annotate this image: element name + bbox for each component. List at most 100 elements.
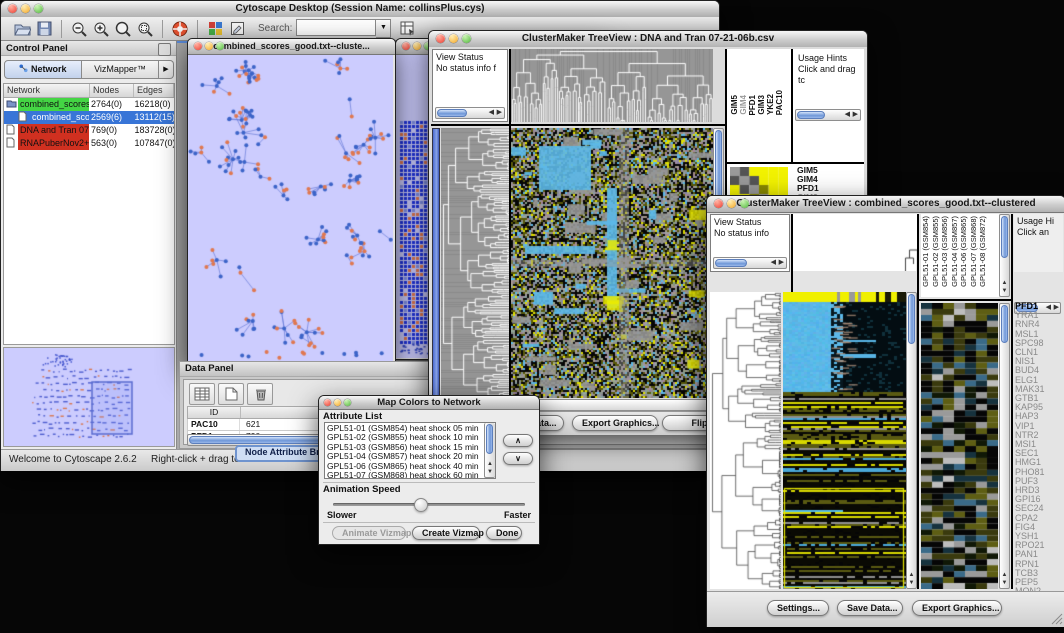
zoom-fit-icon[interactable]: [112, 19, 134, 38]
tv1-hints-hscrollbar[interactable]: ◀▶: [795, 109, 861, 121]
attribute-table-icon[interactable]: [397, 19, 419, 38]
file-icon: [18, 111, 30, 124]
tab-network[interactable]: Network: [4, 60, 82, 79]
vizmap-icon[interactable]: [204, 19, 226, 38]
speed-slider-thumb[interactable]: [414, 498, 428, 512]
tv1-heatmap[interactable]: [511, 128, 713, 398]
tv2-zoom-vscrollbar[interactable]: ▲▼: [999, 303, 1010, 589]
column-header-edges[interactable]: Edges: [134, 84, 174, 97]
treeview2-window[interactable]: ClusterMaker TreeView : combined_scores_…: [706, 195, 1064, 627]
network-overview-panel[interactable]: [3, 347, 175, 447]
tv1-column-dendrogram[interactable]: [511, 49, 713, 122]
network-name-cell[interactable]: RNAPuberNov2+: [4, 137, 89, 150]
attribute-grid-icon[interactable]: [189, 383, 215, 405]
help-icon[interactable]: [169, 19, 191, 38]
network-table-header: NetworkNodesEdges: [4, 84, 174, 98]
animate-vizmap-button[interactable]: Animate Vizmap: [332, 526, 406, 540]
treeview1-titlebar[interactable]: ClusterMaker TreeView : DNA and Tran 07-…: [429, 31, 867, 48]
attribute-list[interactable]: GPL51-01 (GSM854) heat shock 05 minGPL51…: [324, 422, 496, 479]
treeview1-title: ClusterMaker TreeView : DNA and Tran 07-…: [522, 33, 774, 44]
dialog-titlebar[interactable]: Map Colors to Network: [319, 396, 539, 410]
network-tree-row[interactable]: combined_sco2569(6)13112(15): [4, 111, 174, 124]
tab-overflow-arrow[interactable]: ▶: [159, 60, 174, 79]
close-button[interactable]: [714, 199, 723, 208]
close-button[interactable]: [436, 34, 445, 43]
matrix-column-label: GPL51-03 (GSM856): [940, 216, 950, 287]
network-name-cell[interactable]: combined_sco: [4, 111, 89, 124]
open-file-icon[interactable]: [11, 19, 33, 38]
create-vizmap-button[interactable]: Create Vizmap: [412, 526, 480, 540]
new-attribute-icon[interactable]: [218, 383, 244, 405]
minimize-button[interactable]: [727, 199, 736, 208]
nodes-cell: 563(0): [89, 137, 133, 150]
map-colors-dialog[interactable]: Map Colors to Network Attribute List GPL…: [318, 395, 540, 545]
tv2-status-hscrollbar[interactable]: ◀▶: [713, 257, 787, 269]
tv1-global-vscrollbar[interactable]: [432, 128, 440, 398]
move-down-button[interactable]: ∨: [503, 452, 533, 465]
minimize-button[interactable]: [334, 399, 341, 406]
network-overview-canvas[interactable]: [4, 348, 174, 446]
export-graphics-button[interactable]: Export Graphics...: [572, 415, 658, 431]
attribute-list-item[interactable]: GPL51-07 (GSM868) heat shock 60 min: [327, 471, 493, 479]
minimize-button[interactable]: [449, 34, 458, 43]
network-tree-row[interactable]: RNAPuberNov2+563(0)107847(0): [4, 137, 174, 150]
network-name-cell[interactable]: combined_scores: [4, 98, 89, 111]
settings-button[interactable]: Settings...: [767, 600, 829, 616]
minimize-button[interactable]: [21, 4, 30, 13]
network-view-window[interactable]: combined_scores_good.txt--cluste...: [187, 38, 396, 365]
column-header-network[interactable]: Network: [4, 84, 90, 97]
close-button[interactable]: [324, 399, 331, 406]
close-button[interactable]: [8, 4, 17, 13]
done-button[interactable]: Done: [486, 526, 522, 540]
tv1-row-dendrogram[interactable]: [441, 128, 509, 398]
zoom-button[interactable]: [34, 4, 43, 13]
network-window-titlebar[interactable]: combined_scores_good.txt--cluste...: [188, 39, 395, 55]
annotation-icon[interactable]: [226, 19, 248, 38]
delete-attribute-icon[interactable]: [247, 383, 273, 405]
zoom-button[interactable]: [740, 199, 749, 208]
tv1-status-hscrollbar[interactable]: ◀▶: [435, 107, 505, 119]
matrix-column-label: GPL51-06 (GSM865): [959, 216, 969, 287]
matrix-column-label: GPL51-01 (GSM854): [921, 216, 931, 287]
edges-cell: 183728(0): [132, 124, 174, 137]
resize-grip[interactable]: [1051, 613, 1063, 625]
tab-vizmapper[interactable]: VizMapper™: [82, 60, 159, 79]
column-header-id[interactable]: ID: [188, 407, 241, 418]
minimize-button[interactable]: [413, 42, 421, 50]
network-view-canvas[interactable]: [188, 55, 393, 363]
move-up-button[interactable]: ∧: [503, 434, 533, 447]
tv2-heatmap-vscrollbar[interactable]: ▲▼: [906, 292, 917, 589]
matrix-column-label: PAC10: [775, 90, 784, 115]
zoom-out-icon[interactable]: [68, 19, 90, 38]
attribute-list-vscrollbar[interactable]: ▲▼: [484, 423, 495, 478]
minimize-button[interactable]: [205, 42, 213, 50]
tv2-column-dendrogram[interactable]: [793, 214, 919, 271]
speed-slider-track[interactable]: [333, 503, 525, 506]
status-welcome: Welcome to Cytoscape 2.6.2: [9, 450, 137, 470]
save-icon[interactable]: [33, 19, 55, 38]
float-panel-icon[interactable]: [158, 43, 171, 56]
close-button[interactable]: [194, 42, 202, 50]
save-data-button[interactable]: Save Data...: [837, 600, 903, 616]
zoom-button[interactable]: [216, 42, 224, 50]
tv2-collabel-vscrollbar[interactable]: ▲▼: [999, 214, 1010, 297]
tv2-row-labels: PFD1YRA1RNR4MSL1SPC98CLN1NIS1BUD4ELG1MAK…: [1015, 302, 1045, 597]
zoom-button[interactable]: [462, 34, 471, 43]
network-tree-row[interactable]: DNA and Tran 07769(0)183728(0): [4, 124, 174, 137]
search-combobox[interactable]: ▼: [296, 19, 391, 38]
network-name-cell[interactable]: DNA and Tran 07: [4, 124, 89, 137]
search-dropdown-arrow[interactable]: ▼: [376, 19, 391, 38]
zoom-button[interactable]: [344, 399, 351, 406]
export-graphics-button[interactable]: Export Graphics...: [912, 600, 1002, 616]
search-input[interactable]: [296, 19, 376, 36]
tv2-row-dendrogram[interactable]: [710, 292, 781, 589]
main-window-titlebar[interactable]: Cytoscape Desktop (Session Name: collins…: [1, 1, 719, 18]
zoom-region-icon[interactable]: [134, 19, 156, 38]
column-header-nodes[interactable]: Nodes: [90, 84, 134, 97]
tv2-heatmap[interactable]: [783, 292, 906, 589]
treeview2-titlebar[interactable]: ClusterMaker TreeView : combined_scores_…: [707, 196, 1064, 213]
tv2-zoom-heatmap[interactable]: [921, 303, 998, 589]
close-button[interactable]: [402, 42, 410, 50]
network-tree-row[interactable]: combined_scores2764(0)16218(0): [4, 98, 174, 111]
zoom-in-icon[interactable]: [90, 19, 112, 38]
